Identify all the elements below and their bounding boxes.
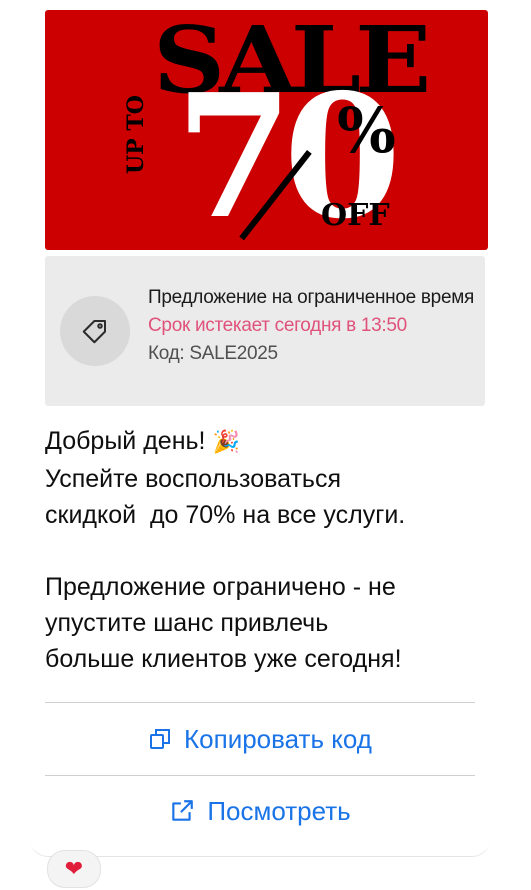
banner-up-to: UP TO xyxy=(123,95,149,174)
message-greeting: Добрый день! 🎉 xyxy=(45,423,490,461)
banner-percent-sign: % xyxy=(337,94,396,167)
message-body-1: Успейте воспользоваться скидкой до 70% н… xyxy=(45,465,406,529)
external-link-icon xyxy=(172,800,194,821)
copy-code-label: Копировать код xyxy=(184,723,372,754)
reaction-button[interactable]: ❤ xyxy=(47,850,101,888)
greeting-text: Добрый день! xyxy=(45,427,206,455)
party-popper-icon: 🎉 xyxy=(212,430,240,455)
view-button[interactable]: Посмотреть xyxy=(45,775,475,847)
message-bubble-edge xyxy=(30,838,490,857)
promo-expiry: Срок истекает сегодня в 13:50 xyxy=(148,315,407,336)
copy-code-button[interactable]: Копировать код xyxy=(45,703,475,775)
banner-off: OFF xyxy=(321,198,390,233)
promo-card[interactable]: Предложение на ограниченное время Срок и… xyxy=(45,256,485,406)
message-spacer xyxy=(45,533,490,569)
view-label: Посмотреть xyxy=(207,795,351,826)
promo-title: Предложение на ограниченное время xyxy=(148,287,474,308)
message-text: Добрый день! 🎉 Успейте воспользоваться с… xyxy=(45,423,490,677)
promo-code: Код: SALE2025 xyxy=(148,343,278,364)
heart-icon: ❤ xyxy=(64,856,84,882)
sale-banner-image: SALE UP TO 70 % OFF xyxy=(45,10,488,250)
tag-icon xyxy=(60,296,130,366)
message-body-2: Предложение ограничено - не упустите шан… xyxy=(45,573,402,673)
copy-icon xyxy=(150,729,171,749)
